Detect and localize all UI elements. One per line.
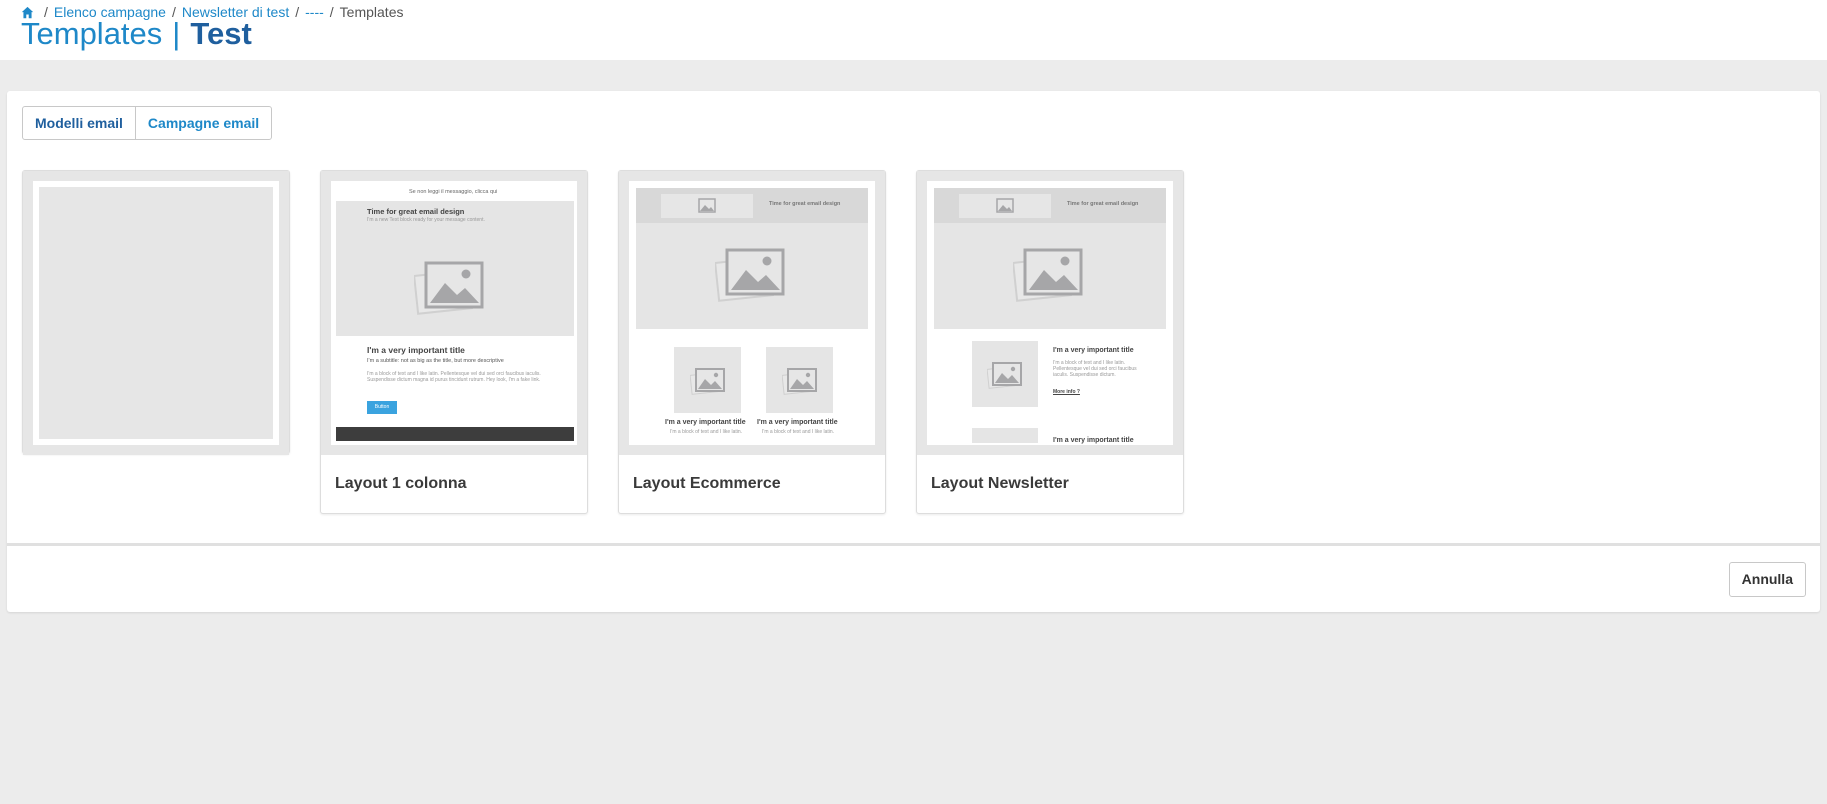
page-title-separator: | xyxy=(172,16,181,51)
header: / Elenco campagne / Newsletter di test /… xyxy=(0,0,1827,60)
preview-footer-bar xyxy=(336,427,574,441)
template-tabs: Modelli email Campagne email xyxy=(22,106,273,140)
preview-subtitle: I'm a subtitle: not as big as the title,… xyxy=(367,358,504,364)
breadcrumb-separator: / xyxy=(329,4,334,20)
tab-email-models[interactable]: Modelli email xyxy=(23,107,135,139)
preview-button: Button xyxy=(367,401,397,414)
image-placeholder-icon xyxy=(414,261,484,315)
breadcrumb-separator: / xyxy=(295,4,300,20)
logo-image-icon xyxy=(698,198,716,213)
preview-article-title-2: I'm a very important title xyxy=(1053,437,1134,444)
image-placeholder-icon xyxy=(715,248,785,302)
template-preview-frame: Time for great email design I'm a very i… xyxy=(917,171,1183,455)
breadcrumb-current: Templates xyxy=(339,4,404,20)
preview-body-text: I'm a block of text and I like latin. Pe… xyxy=(367,371,541,383)
template-preview-frame: Time for great email design I'm a very i… xyxy=(619,171,885,455)
template-preview: Se non leggi il messaggio, clicca qui Ti… xyxy=(331,181,577,445)
panel-divider xyxy=(7,543,1820,546)
templates-panel: Modelli email Campagne email Se non legg… xyxy=(7,91,1820,612)
template-card-ecommerce[interactable]: Time for great email design I'm a very i… xyxy=(618,170,886,514)
preview-title: I'm a very important title xyxy=(367,345,465,355)
breadcrumb-item-dashes[interactable]: ---- xyxy=(305,4,324,20)
preview-top-link: Se non leggi il messaggio, clicca qui xyxy=(409,189,498,195)
preview-hero-sub: I'm a new Text block ready for your mess… xyxy=(367,217,485,223)
template-preview xyxy=(33,181,279,445)
product-image-icon xyxy=(782,368,817,395)
article-image-icon xyxy=(987,362,1022,389)
template-preview: Time for great email design I'm a very i… xyxy=(927,181,1173,445)
template-card-one-column[interactable]: Se non leggi il messaggio, clicca qui Ti… xyxy=(320,170,588,514)
template-preview-frame xyxy=(23,171,289,455)
preview-article-title: I'm a very important title xyxy=(1053,347,1134,354)
cancel-button[interactable]: Annulla xyxy=(1728,562,1806,597)
page-title-main: Templates xyxy=(21,16,163,51)
image-placeholder-icon xyxy=(1013,248,1083,302)
preview-header-text: Time for great email design xyxy=(769,201,841,207)
preview-product-text-2: I'm a block of text and I like latin. xyxy=(762,429,835,435)
preview-product-text-1: I'm a block of text and I like latin. xyxy=(670,429,743,435)
preview-article-image-2 xyxy=(972,428,1038,443)
template-label: Layout 1 colonna xyxy=(335,475,467,492)
template-preview: Time for great email design I'm a very i… xyxy=(629,181,875,445)
logo-image-icon xyxy=(996,198,1014,213)
template-label: Layout Newsletter xyxy=(931,475,1069,492)
preview-product-title-2: I'm a very important title xyxy=(757,419,838,426)
preview-product-title-1: I'm a very important title xyxy=(665,419,746,426)
preview-article-text: I'm a block of text and I like latin. Pe… xyxy=(1053,360,1137,378)
preview-more-info-link: More info ? xyxy=(1053,389,1080,395)
template-card-newsletter[interactable]: Time for great email design I'm a very i… xyxy=(916,170,1184,514)
product-image-icon xyxy=(690,368,725,395)
page-title-sub: Test xyxy=(190,16,252,51)
template-label: Layout Ecommerce xyxy=(633,475,781,492)
blank-preview-area xyxy=(39,187,273,439)
template-card-blank[interactable] xyxy=(22,170,290,455)
preview-hero-title: Time for great email design xyxy=(367,207,465,216)
preview-header-text: Time for great email design xyxy=(1067,201,1139,207)
tab-email-campaigns[interactable]: Campagne email xyxy=(134,107,271,139)
template-preview-frame: Se non leggi il messaggio, clicca qui Ti… xyxy=(321,171,587,455)
page-title: Templates | Test xyxy=(21,16,252,52)
